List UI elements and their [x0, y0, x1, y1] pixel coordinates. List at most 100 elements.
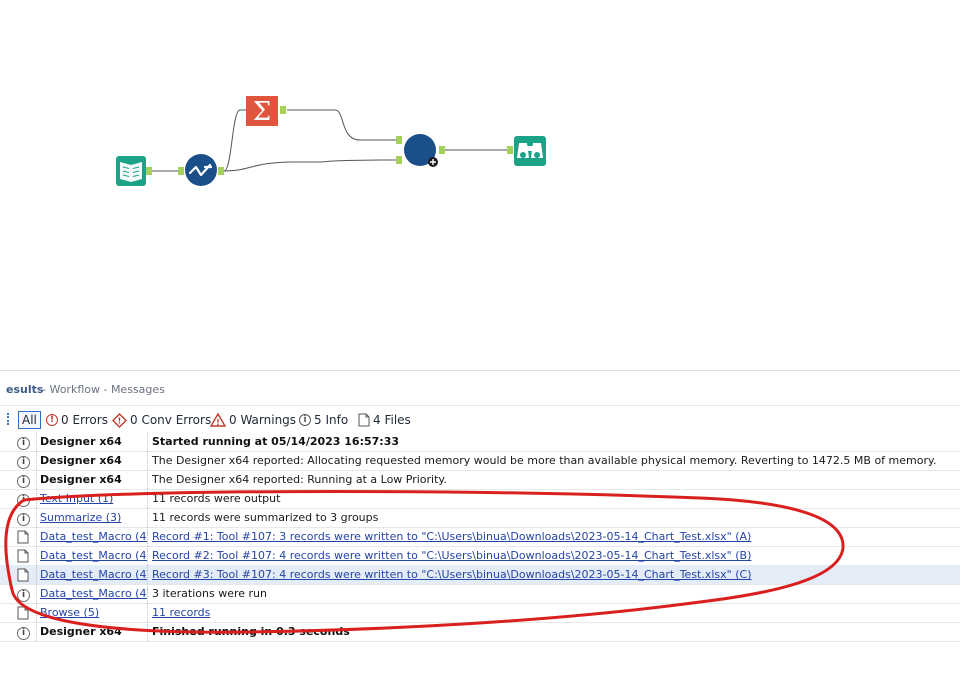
- column-divider: [147, 622, 149, 641]
- column-divider: [147, 432, 149, 451]
- message-row[interactable]: i Designer x64 Finished running in 0.3 sec…: [0, 622, 960, 642]
- column-divider: [147, 451, 149, 470]
- row-message[interactable]: Record #2: Tool #107: 4 records were wri…: [152, 549, 751, 562]
- row-tool-name[interactable]: Summarize (3): [40, 511, 148, 524]
- row-message[interactable]: Record #1: Tool #107: 3 records were wri…: [152, 530, 751, 543]
- row-type-icon: i: [17, 511, 31, 526]
- row-tool-name[interactable]: Browse (5): [40, 606, 148, 619]
- info-icon: i: [17, 474, 30, 488]
- column-divider: [36, 508, 38, 527]
- text-input-tool[interactable]: [116, 156, 152, 186]
- select-records-tool[interactable]: [178, 154, 224, 186]
- message-row[interactable]: i Text Input (1) 11 records were output: [0, 489, 960, 509]
- row-type-icon: i: [17, 492, 31, 507]
- column-divider: [147, 508, 149, 527]
- filter-warnings-button[interactable]: ! 0 Warnings: [210, 411, 296, 429]
- row-type-icon: i: [17, 587, 31, 602]
- connection-line: [287, 109, 396, 141]
- message-row[interactable]: Data_test_Macro (4) Record #2: Tool #107:…: [0, 546, 960, 566]
- warning-icon: !: [210, 413, 226, 427]
- summarize-tool[interactable]: Σ: [246, 96, 286, 127]
- filter-errors-button[interactable]: ! 0 Errors: [46, 411, 108, 429]
- filter-all-button[interactable]: All: [18, 411, 41, 429]
- svg-text:!: !: [216, 418, 220, 427]
- row-message: Finished running in 0.3 seconds: [152, 625, 350, 638]
- filter-conv-errors-button[interactable]: ! 0 Conv Errors: [112, 411, 211, 429]
- row-type-icon: [17, 606, 31, 620]
- message-row[interactable]: Browse (5) 11 records: [0, 603, 960, 623]
- info-icon: i: [17, 455, 30, 469]
- column-divider: [36, 622, 38, 641]
- info-icon: i: [17, 588, 30, 602]
- connection-line: [223, 159, 397, 172]
- message-row[interactable]: i Designer x64 The Designer x64 reported: …: [0, 470, 960, 490]
- input-anchor: [178, 167, 184, 175]
- row-type-icon: i: [17, 473, 31, 488]
- filter-conv-errors-label: 0 Conv Errors: [130, 413, 212, 427]
- row-type-icon: i: [17, 435, 31, 450]
- row-message: Started running at 05/14/2023 16:57:33: [152, 435, 400, 448]
- row-tool-name[interactable]: Data_test_Macro (4): [40, 587, 148, 600]
- row-tool-name: Designer x64: [40, 454, 122, 467]
- row-tool-name[interactable]: Data_test_Macro (4): [40, 530, 148, 543]
- toolbar-grip: [7, 413, 11, 425]
- row-message[interactable]: 11 records: [152, 606, 210, 619]
- column-divider: [147, 489, 149, 508]
- message-row[interactable]: i Summarize (3) 11 records were summarized…: [0, 508, 960, 528]
- input-anchor-right: [396, 156, 402, 164]
- info-icon: i: [17, 436, 30, 450]
- info-icon: i: [17, 626, 30, 640]
- results-title-bar: esults - Workflow - Messages: [0, 371, 960, 406]
- results-subtitle: - Workflow - Messages: [42, 383, 165, 396]
- output-anchor: [280, 106, 286, 114]
- output-anchor: [439, 146, 445, 154]
- info-icon: i: [299, 414, 311, 426]
- column-divider: [36, 603, 38, 622]
- browse-tool[interactable]: [507, 136, 546, 166]
- input-anchor-left: [396, 136, 402, 144]
- row-type-icon: [17, 568, 31, 582]
- message-row[interactable]: Data_test_Macro (4) Record #1: Tool #107:…: [0, 527, 960, 547]
- row-message: The Designer x64 reported: Allocating re…: [152, 454, 937, 467]
- conv-error-icon: !: [112, 412, 127, 428]
- row-tool-name[interactable]: Data_test_Macro (4): [40, 549, 148, 562]
- row-type-icon: i: [17, 625, 31, 640]
- column-divider: [36, 489, 38, 508]
- filter-errors-label: 0 Errors: [61, 413, 108, 427]
- message-row[interactable]: i Designer x64 Started running at 05/14/20…: [0, 432, 960, 452]
- row-message: 11 records were summarized to 3 groups: [152, 511, 379, 524]
- row-tool-name: Designer x64: [40, 625, 122, 638]
- file-icon: [17, 530, 29, 544]
- row-type-icon: i: [17, 454, 31, 469]
- message-filter-bar: All ! 0 Errors ! 0 Conv Errors ! 0 Warni…: [0, 409, 960, 431]
- filter-all-label: All: [22, 413, 37, 427]
- message-row[interactable]: i Data_test_Macro (4) 3 iterations were ru…: [0, 584, 960, 604]
- filter-files-button[interactable]: 4 Files: [358, 411, 411, 429]
- row-tool-name: Designer x64: [40, 435, 122, 448]
- filter-info-label: 5 Info: [314, 413, 349, 427]
- output-anchor: [146, 167, 152, 175]
- row-message: 11 records were output: [152, 492, 281, 505]
- append-fields-tool[interactable]: [396, 134, 445, 167]
- row-tool-name[interactable]: Text Input (1): [40, 492, 148, 505]
- row-tool-name[interactable]: Data_test_Macro (4): [40, 568, 148, 581]
- workflow-canvas[interactable]: Σ: [0, 0, 960, 370]
- svg-text:!: !: [118, 416, 122, 425]
- filter-info-button[interactable]: i 5 Info: [299, 411, 348, 429]
- filter-warnings-label: 0 Warnings: [229, 413, 297, 427]
- connection-line: [223, 109, 246, 172]
- message-row[interactable]: i Designer x64 The Designer x64 reported: …: [0, 451, 960, 471]
- column-divider: [36, 546, 38, 565]
- column-divider: [147, 565, 149, 584]
- file-icon: [17, 568, 29, 582]
- column-divider: [147, 527, 149, 546]
- results-panel: esults - Workflow - Messages All ! 0 Err…: [0, 370, 960, 679]
- column-divider: [36, 565, 38, 584]
- error-icon: !: [46, 414, 58, 426]
- row-message: 3 iterations were run: [152, 587, 267, 600]
- row-message: The Designer x64 reported: Running at a …: [152, 473, 447, 486]
- row-message[interactable]: Record #3: Tool #107: 4 records were wri…: [152, 568, 752, 581]
- message-row[interactable]: Data_test_Macro (4) Record #3: Tool #107:…: [0, 565, 960, 585]
- output-anchor: [218, 167, 224, 175]
- file-icon: [17, 606, 29, 620]
